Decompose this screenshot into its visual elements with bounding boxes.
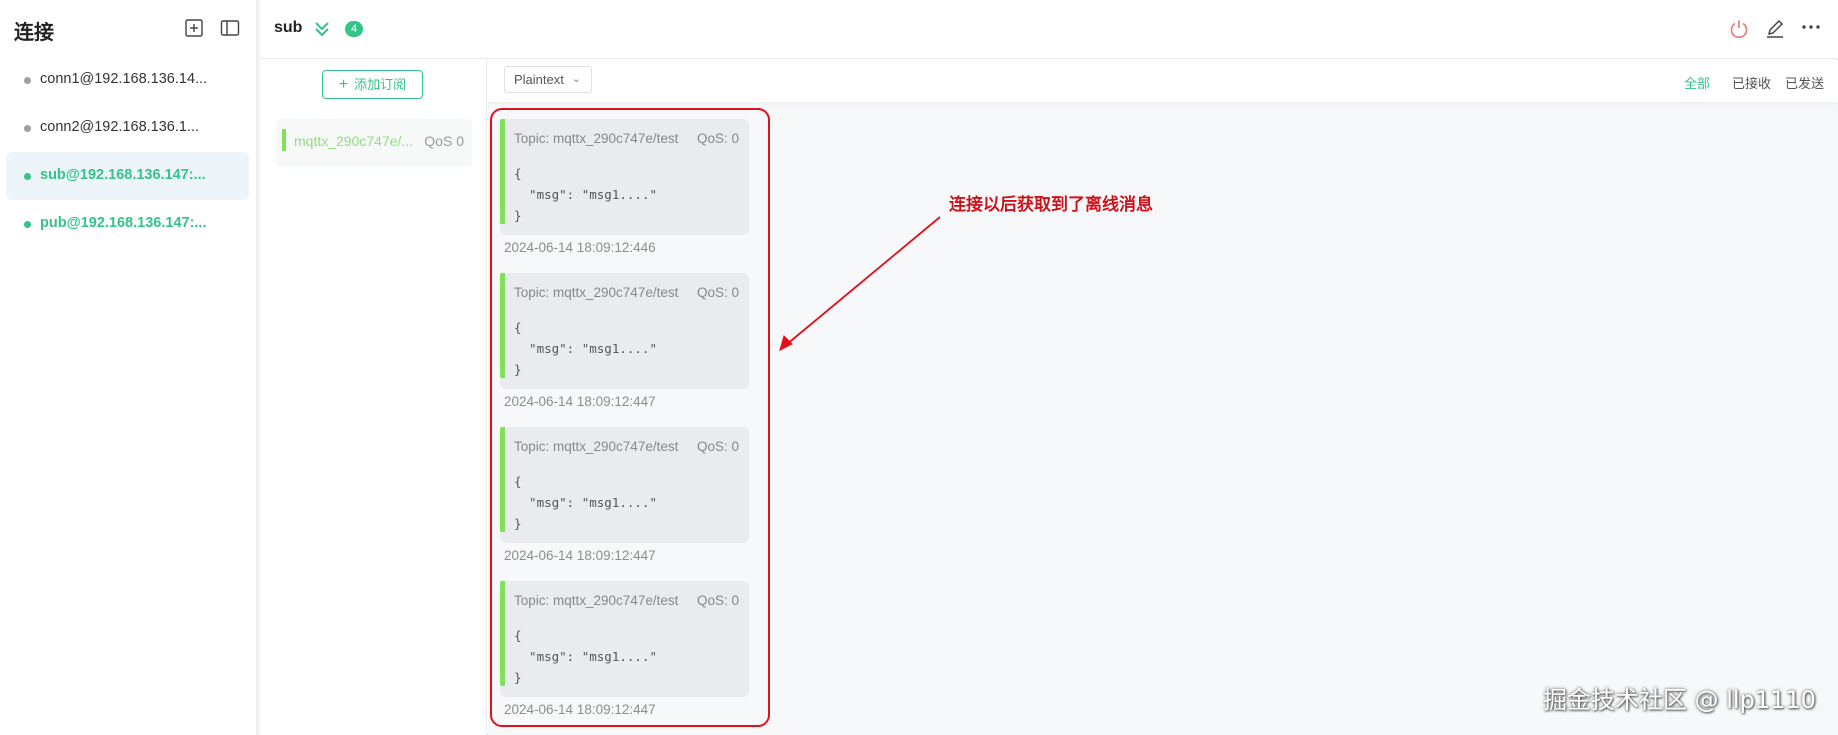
- edit-icon[interactable]: [1764, 18, 1786, 40]
- payload-format-value: Plaintext: [514, 72, 564, 87]
- subscription-qos: QoS 0: [424, 133, 464, 149]
- annotation-text: 连接以后获取到了离线消息: [949, 195, 1153, 215]
- highlight-box: [490, 108, 770, 727]
- connection-item-pub[interactable]: pub@192.168.136.147:...: [6, 200, 249, 248]
- subscriptions-panel: + 添加订阅 mqttx_290c747e/... QoS 0: [261, 60, 487, 735]
- add-subscription-label: 添加订阅: [354, 77, 407, 92]
- more-icon[interactable]: [1800, 18, 1822, 40]
- connection-label: pub@192.168.136.147:...: [40, 215, 207, 231]
- filter-received[interactable]: 已接收: [1732, 73, 1771, 92]
- status-dot: [24, 77, 31, 84]
- subscription-color-bar: [282, 129, 286, 151]
- add-subscription-button[interactable]: + 添加订阅: [322, 70, 423, 99]
- watermark: 掘金技术社区 @ llp1110: [1543, 686, 1816, 714]
- subscription-topic: mqttx_290c747e/...: [294, 133, 414, 149]
- chevron-down-icon: ⌄: [571, 73, 581, 85]
- payload-format-select[interactable]: Plaintext ⌄: [504, 66, 592, 93]
- subscription-item[interactable]: mqttx_290c747e/... QoS 0: [276, 119, 472, 167]
- filter-sent[interactable]: 已发送: [1785, 73, 1824, 92]
- expand-chevrons-icon[interactable]: [313, 20, 331, 38]
- connection-label: conn1@192.168.136.14...: [40, 71, 208, 87]
- filter-all[interactable]: 全部: [1684, 73, 1710, 92]
- connection-label: sub@192.168.136.147:...: [40, 167, 206, 183]
- status-dot: [24, 221, 31, 228]
- sidebar-title: 连接: [14, 20, 54, 44]
- status-dot: [24, 125, 31, 132]
- connections-sidebar: 连接 conn1@192.168.136.14... conn2@192.168…: [0, 0, 257, 735]
- toggle-sidebar-icon[interactable]: [220, 18, 240, 38]
- connection-item-conn1[interactable]: conn1@192.168.136.14...: [6, 56, 249, 104]
- new-connection-icon[interactable]: [184, 18, 204, 38]
- sidebar-header: 连接: [14, 14, 242, 44]
- connection-item-sub[interactable]: sub@192.168.136.147:...: [6, 152, 249, 200]
- plus-icon: +: [338, 76, 349, 93]
- annotation-arrow: [779, 216, 941, 351]
- connection-list: conn1@192.168.136.14... conn2@192.168.13…: [6, 56, 249, 248]
- subscription-count-badge: 4: [345, 21, 363, 37]
- messages-toolbar: Plaintext ⌄ 全部 已接收 已发送: [488, 60, 1838, 102]
- connection-header: sub 4: [261, 0, 1838, 59]
- power-icon[interactable]: [1728, 18, 1750, 40]
- connection-title: sub: [274, 19, 303, 36]
- connection-label: conn2@192.168.136.1...: [40, 119, 200, 135]
- connection-item-conn2[interactable]: conn2@192.168.136.1...: [6, 104, 249, 152]
- status-dot: [24, 173, 31, 180]
